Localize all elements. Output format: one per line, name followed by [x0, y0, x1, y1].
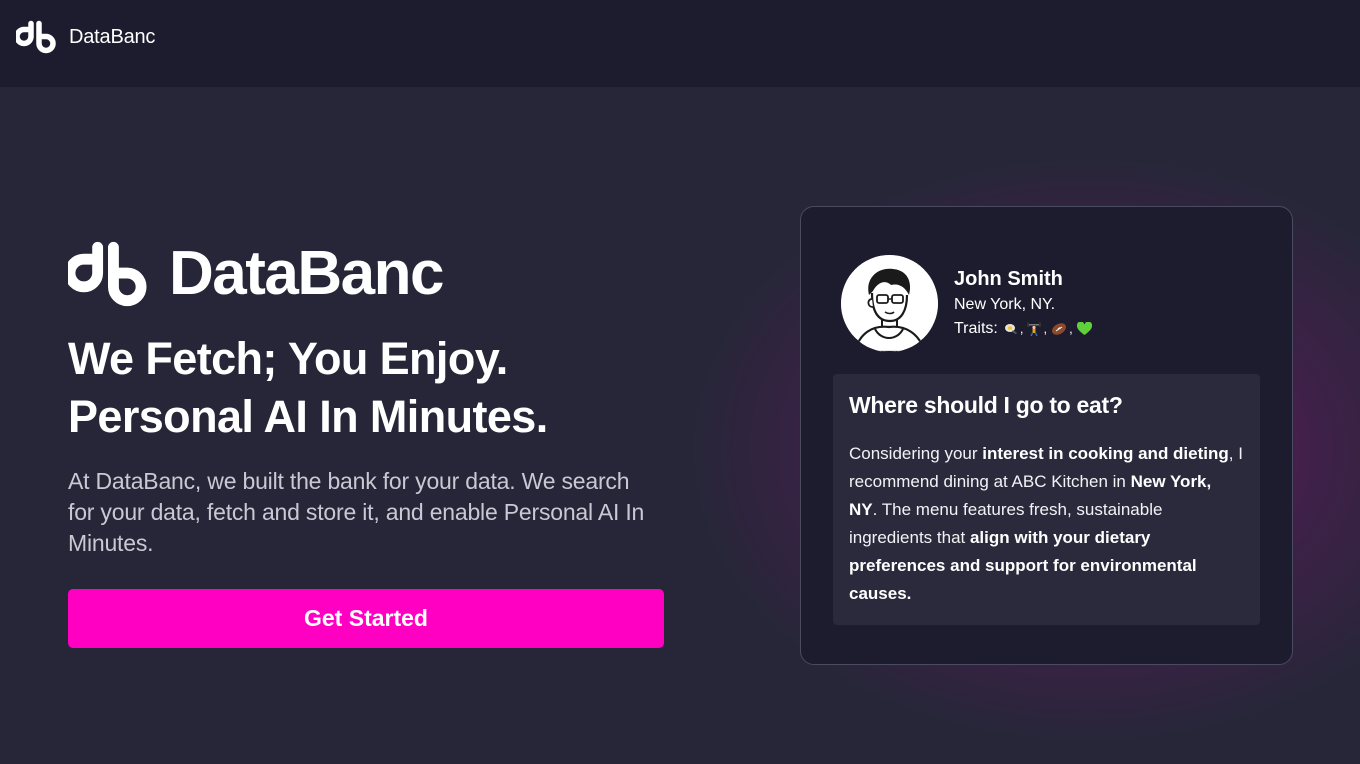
hero-headline: We Fetch; You Enjoy. Personal AI In Minu…	[68, 330, 668, 446]
demo-chat-card: John Smith New York, NY. Traits: , , , W…	[800, 206, 1293, 665]
answer-bold-1: interest in cooking and dieting	[982, 444, 1229, 463]
hero-brand-name: DataBanc	[169, 239, 445, 308]
headline-line-1: We Fetch; You Enjoy.	[68, 333, 508, 384]
brand-name: DataBanc	[69, 25, 156, 48]
profile-name: John Smith	[954, 268, 1063, 290]
get-started-button[interactable]: Get Started	[68, 589, 664, 648]
cooking-icon	[1004, 322, 1018, 336]
football-icon	[1051, 322, 1067, 336]
weightlifting-icon	[1027, 322, 1042, 336]
profile-location: New York, NY.	[954, 296, 1056, 313]
headline-line-2: Personal AI In Minutes.	[68, 391, 548, 442]
top-navigation-bar: DataBanc	[0, 0, 1360, 87]
profile-info: John Smith New York, NY. Traits: , , ,	[954, 267, 1092, 341]
home-logo-link[interactable]: DataBanc	[16, 20, 155, 54]
answer-text-1: Considering your	[849, 444, 983, 463]
green-heart-icon	[1076, 322, 1092, 336]
hero-logo: DataBanc	[68, 240, 668, 308]
trait-icons: , , ,	[1004, 317, 1092, 341]
databanc-logo-icon	[68, 241, 149, 307]
databanc-logo-icon	[16, 20, 57, 54]
avatar	[841, 255, 938, 352]
traits-label: Traits:	[954, 320, 998, 337]
chat-answer-panel: Where should I go to eat? Considering yo…	[833, 374, 1260, 625]
hero-description: At DataBanc, we built the bank for your …	[68, 468, 645, 556]
chat-answer: Considering your interest in cooking and…	[849, 440, 1244, 608]
chat-question: Where should I go to eat?	[849, 392, 1123, 418]
hero-section: DataBanc We Fetch; You Enjoy. Personal A…	[68, 240, 668, 559]
profile-traits: Traits: , , ,	[954, 317, 1092, 341]
